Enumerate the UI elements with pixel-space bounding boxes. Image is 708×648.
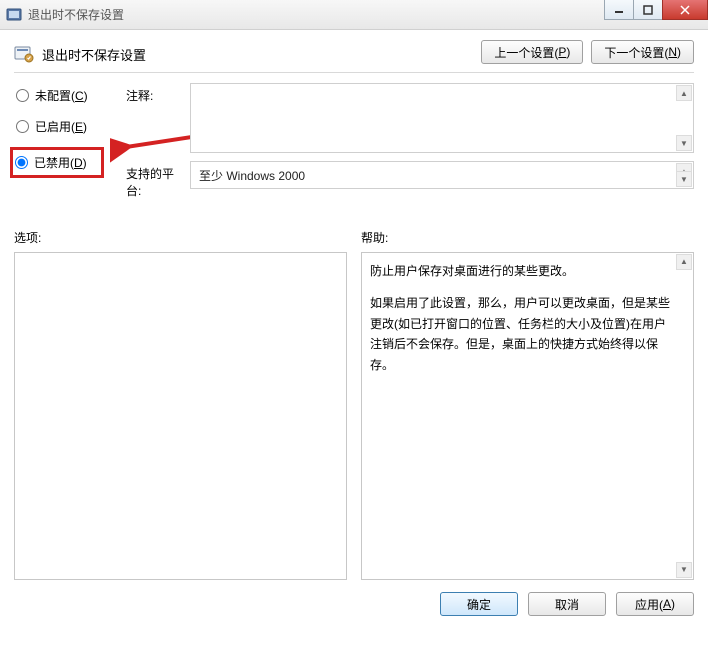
close-button[interactable] (662, 0, 708, 20)
prev-setting-button[interactable]: 上一个设置(P) (481, 40, 583, 64)
radio-enabled-input[interactable] (16, 120, 29, 133)
apply-suffix: ) (671, 597, 675, 611)
help-paragraph-1: 防止用户保存对桌面进行的某些更改。 (370, 261, 671, 281)
prev-prefix: 上一个设置( (494, 44, 558, 61)
policy-icon (14, 44, 34, 64)
en-suffix: ) (83, 120, 87, 134)
scroll-down-icon[interactable]: ▼ (676, 135, 692, 151)
radio-enabled[interactable]: 已启用(E) (14, 116, 122, 137)
radio-not-configured[interactable]: 未配置(C) (14, 85, 122, 106)
radio-disabled[interactable]: 已禁用(D) (15, 154, 95, 171)
nc-key: C (75, 89, 84, 103)
state-radio-group: 未配置(C) 已启用(E) 已禁用(D) (14, 83, 122, 178)
window-title: 退出时不保存设置 (28, 6, 124, 23)
en-key: E (75, 120, 83, 134)
page-title: 退出时不保存设置 (42, 45, 146, 64)
help-paragraph-2: 如果启用了此设置，那么，用户可以更改桌面，但是某些更改(如已打开窗口的位置、任务… (370, 293, 671, 375)
radio-not-configured-input[interactable] (16, 89, 29, 102)
nc-prefix: 未配置( (35, 89, 75, 103)
prev-suffix: ) (566, 45, 570, 59)
next-key: N (668, 45, 677, 59)
scroll-up-icon[interactable]: ▲ (676, 85, 692, 101)
minimize-button[interactable] (604, 0, 634, 20)
comment-label: 注释: (126, 83, 186, 104)
divider (14, 72, 694, 73)
comment-textarea[interactable]: ▲ ▼ (190, 83, 694, 153)
next-suffix: ) (677, 45, 681, 59)
ok-label: 确定 (467, 596, 491, 613)
highlight-box: 已禁用(D) (10, 147, 104, 178)
dis-suffix: ) (83, 156, 87, 170)
dis-prefix: 已禁用( (34, 156, 74, 170)
next-setting-button[interactable]: 下一个设置(N) (591, 40, 694, 64)
window-controls (605, 0, 708, 20)
en-prefix: 已启用( (35, 120, 75, 134)
platform-value-box: 至少 Windows 2000 ▲ ▼ (190, 161, 694, 189)
options-panel (14, 252, 347, 580)
options-label: 选项: (14, 229, 347, 246)
scroll-down-icon[interactable]: ▼ (676, 171, 692, 187)
maximize-button[interactable] (633, 0, 663, 20)
cancel-label: 取消 (555, 596, 579, 613)
help-panel: 防止用户保存对桌面进行的某些更改。 如果启用了此设置，那么，用户可以更改桌面，但… (361, 252, 694, 580)
help-label: 帮助: (361, 229, 694, 246)
apply-key: A (663, 597, 671, 611)
nc-suffix: ) (84, 89, 88, 103)
ok-button[interactable]: 确定 (440, 592, 518, 616)
scroll-up-icon[interactable]: ▲ (676, 254, 692, 270)
platform-value: 至少 Windows 2000 (199, 167, 305, 184)
platform-label: 支持的平台: (126, 161, 186, 199)
next-prefix: 下一个设置( (604, 44, 668, 61)
app-icon (6, 7, 22, 23)
prev-key: P (558, 45, 566, 59)
cancel-button[interactable]: 取消 (528, 592, 606, 616)
apply-prefix: 应用( (635, 596, 663, 613)
titlebar: 退出时不保存设置 (0, 0, 708, 30)
radio-disabled-input[interactable] (15, 156, 28, 169)
dialog-footer: 确定 取消 应用(A) (0, 580, 708, 628)
apply-button[interactable]: 应用(A) (616, 592, 694, 616)
scroll-down-icon[interactable]: ▼ (676, 562, 692, 578)
dis-key: D (74, 156, 83, 170)
